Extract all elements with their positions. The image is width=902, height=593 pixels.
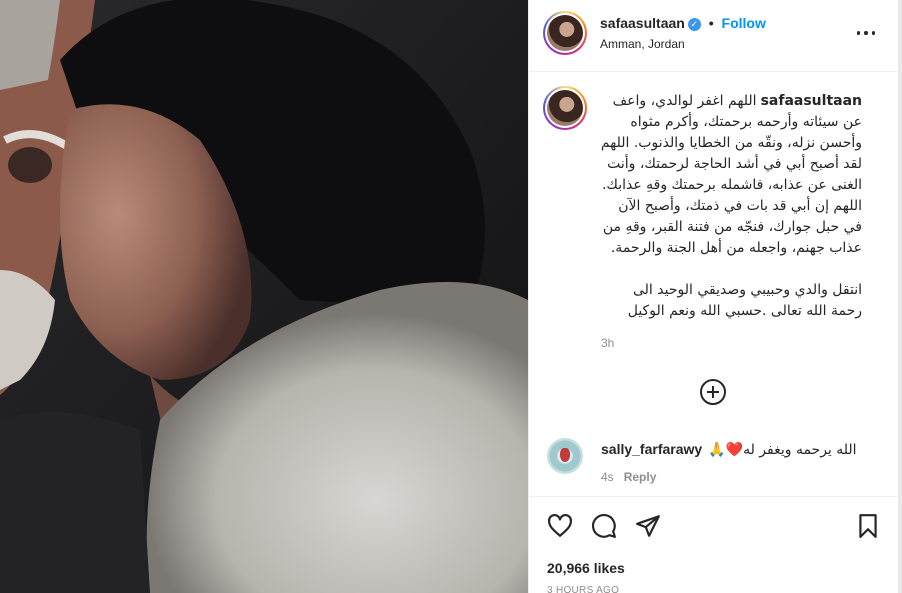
post-image — [0, 0, 528, 593]
caption-author-avatar[interactable] — [543, 86, 587, 130]
commenter-avatar[interactable] — [547, 438, 583, 474]
caption-text: اللهم اغفر لوالدي، واعف عن سيئاته وأرحمه… — [600, 93, 862, 319]
heart-icon[interactable] — [547, 513, 573, 539]
comment-line: sally_farfarawy 🙏❤️الله يرحمه ويغفر له — [601, 441, 857, 458]
commenter-username[interactable]: sally_farfarawy — [601, 441, 702, 457]
author-line: safaasultaan ✓ • Follow — [600, 15, 766, 31]
comment-icon[interactable] — [591, 513, 617, 539]
plus-circle-icon[interactable] — [699, 378, 727, 406]
likes-count[interactable]: 20,966 likes — [547, 560, 625, 576]
comment-meta: 4s Reply — [601, 470, 656, 484]
author-username[interactable]: safaasultaan — [600, 15, 685, 31]
action-bar — [529, 496, 899, 556]
post-header: safaasultaan ✓ • Follow Amman, Jordan — [529, 0, 899, 72]
reply-button[interactable]: Reply — [624, 470, 657, 484]
comment-time: 4s — [601, 470, 614, 484]
post-photo[interactable] — [0, 0, 528, 593]
send-icon[interactable] — [635, 513, 661, 539]
comment-item: sally_farfarawy 🙏❤️الله يرحمه ويغفر له 4s… — [529, 426, 899, 496]
author-avatar[interactable] — [543, 11, 587, 55]
verified-badge-icon: ✓ — [687, 17, 701, 31]
post-location[interactable]: Amman, Jordan — [600, 37, 685, 51]
comment-text: 🙏❤️الله يرحمه ويغفر له — [708, 442, 857, 458]
posted-time: 3 HOURS AGO — [547, 585, 620, 593]
bookmark-icon[interactable] — [855, 513, 881, 539]
more-options-icon[interactable] — [855, 22, 877, 44]
caption-section: safaasultaan اللهم اغفر لوالدي، واعف عن س… — [529, 72, 899, 426]
caption-time: 3h — [601, 336, 615, 350]
separator-dot: • — [708, 15, 714, 31]
follow-button[interactable]: Follow — [722, 15, 766, 31]
scrollbar-track[interactable] — [898, 0, 902, 593]
caption-block: safaasultaan اللهم اغفر لوالدي، واعف عن س… — [600, 91, 862, 322]
caption-author-username[interactable]: safaasultaan — [761, 91, 862, 112]
post-details-panel: safaasultaan ✓ • Follow Amman, Jordan saf… — [528, 0, 899, 593]
